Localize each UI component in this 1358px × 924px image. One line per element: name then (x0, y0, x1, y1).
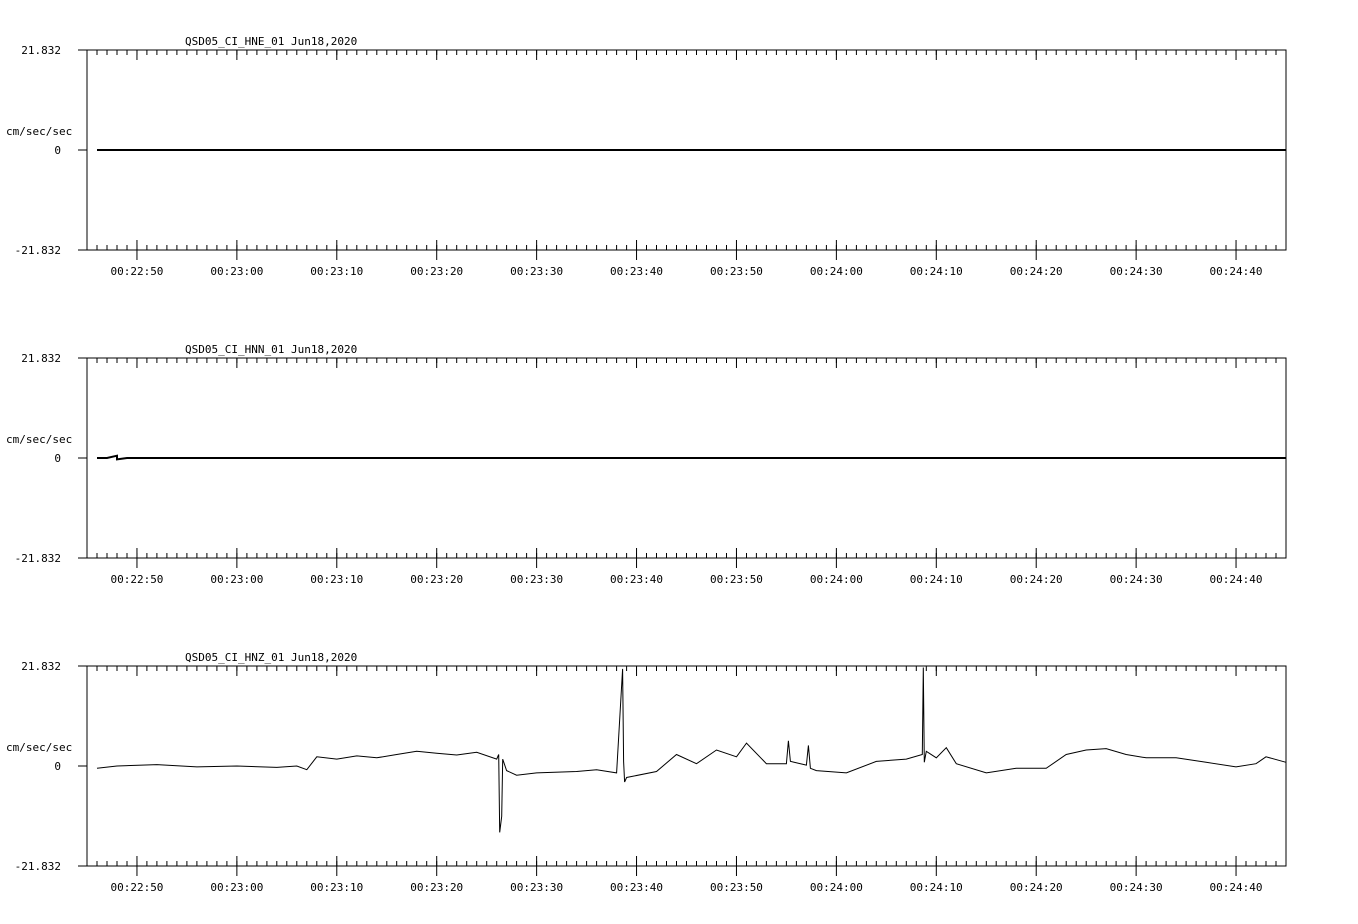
y-tick-label: 0 (54, 452, 61, 465)
x-tick-label: 00:24:20 (1010, 881, 1063, 894)
x-tick-label: 00:23:40 (610, 573, 663, 586)
x-tick-label: 00:23:00 (210, 881, 263, 894)
x-tick-label: 00:23:50 (710, 573, 763, 586)
x-tick-label: 00:24:10 (910, 573, 963, 586)
plot-frame (86, 665, 1287, 867)
x-tick-label: 00:23:30 (510, 881, 563, 894)
x-tick-label: 00:24:40 (1210, 265, 1263, 278)
minor-ticks (86, 666, 1287, 866)
x-tick-label: 00:23:20 (410, 573, 463, 586)
y-tick-label: -21.832 (15, 860, 61, 873)
x-tick-label: 00:23:50 (710, 265, 763, 278)
x-tick-label: 00:24:00 (810, 265, 863, 278)
x-tick-label: 00:24:10 (910, 265, 963, 278)
x-tick-label: 00:23:10 (310, 881, 363, 894)
x-tick-label: 00:23:00 (210, 573, 263, 586)
trace-line (96, 667, 1287, 833)
panel-title: QSD05_CI_HNZ_01 Jun18,2020 (185, 651, 357, 664)
x-tick-label: 00:23:10 (310, 573, 363, 586)
y-axis-label: cm/sec/sec (6, 741, 72, 754)
x-tick-label: 00:23:30 (510, 265, 563, 278)
y-tick-label: 0 (54, 760, 61, 773)
x-tick-label: 00:23:40 (610, 881, 663, 894)
y-tick-label: -21.832 (15, 244, 61, 257)
y-axis-label: cm/sec/sec (6, 433, 72, 446)
x-tick-label: 00:24:40 (1210, 881, 1263, 894)
x-tick-label: 00:24:40 (1210, 573, 1263, 586)
x-tick-label: 00:24:30 (1110, 265, 1163, 278)
x-tick-label: 00:23:10 (310, 265, 363, 278)
x-tick-label: 00:24:20 (1010, 573, 1063, 586)
x-tick-label: 00:22:50 (110, 573, 163, 586)
panel-title: QSD05_CI_HNN_01 Jun18,2020 (185, 343, 357, 356)
x-tick-label: 00:24:30 (1110, 573, 1163, 586)
x-tick-label: 00:24:00 (810, 881, 863, 894)
x-tick-label: 00:22:50 (110, 881, 163, 894)
x-tick-label: 00:23:40 (610, 265, 663, 278)
x-tick-label: 00:24:20 (1010, 265, 1063, 278)
x-tick-label: 00:22:50 (110, 265, 163, 278)
y-tick-label: 21.832 (21, 660, 61, 673)
x-tick-label: 00:24:30 (1110, 881, 1163, 894)
panel-title: QSD05_CI_HNE_01 Jun18,2020 (185, 35, 357, 48)
y-axis-label: cm/sec/sec (6, 125, 72, 138)
seismogram-plots: QSD05_CI_HNE_01 Jun18,2020 21.832 0 -21.832… (6, 35, 1287, 894)
x-tick-label: 00:23:00 (210, 265, 263, 278)
x-tick-label: 00:23:20 (410, 265, 463, 278)
x-tick-label: 00:23:30 (510, 573, 563, 586)
x-tick-label: 00:24:00 (810, 573, 863, 586)
y-tick-label: -21.832 (15, 552, 61, 565)
trace-line (97, 454, 1286, 461)
x-tick-label: 00:24:10 (910, 881, 963, 894)
y-tick-label: 21.832 (21, 352, 61, 365)
x-tick-label: 00:23:20 (410, 881, 463, 894)
x-tick-label: 00:23:50 (710, 881, 763, 894)
y-tick-label: 21.832 (21, 44, 61, 57)
y-tick-label: 0 (54, 144, 61, 157)
